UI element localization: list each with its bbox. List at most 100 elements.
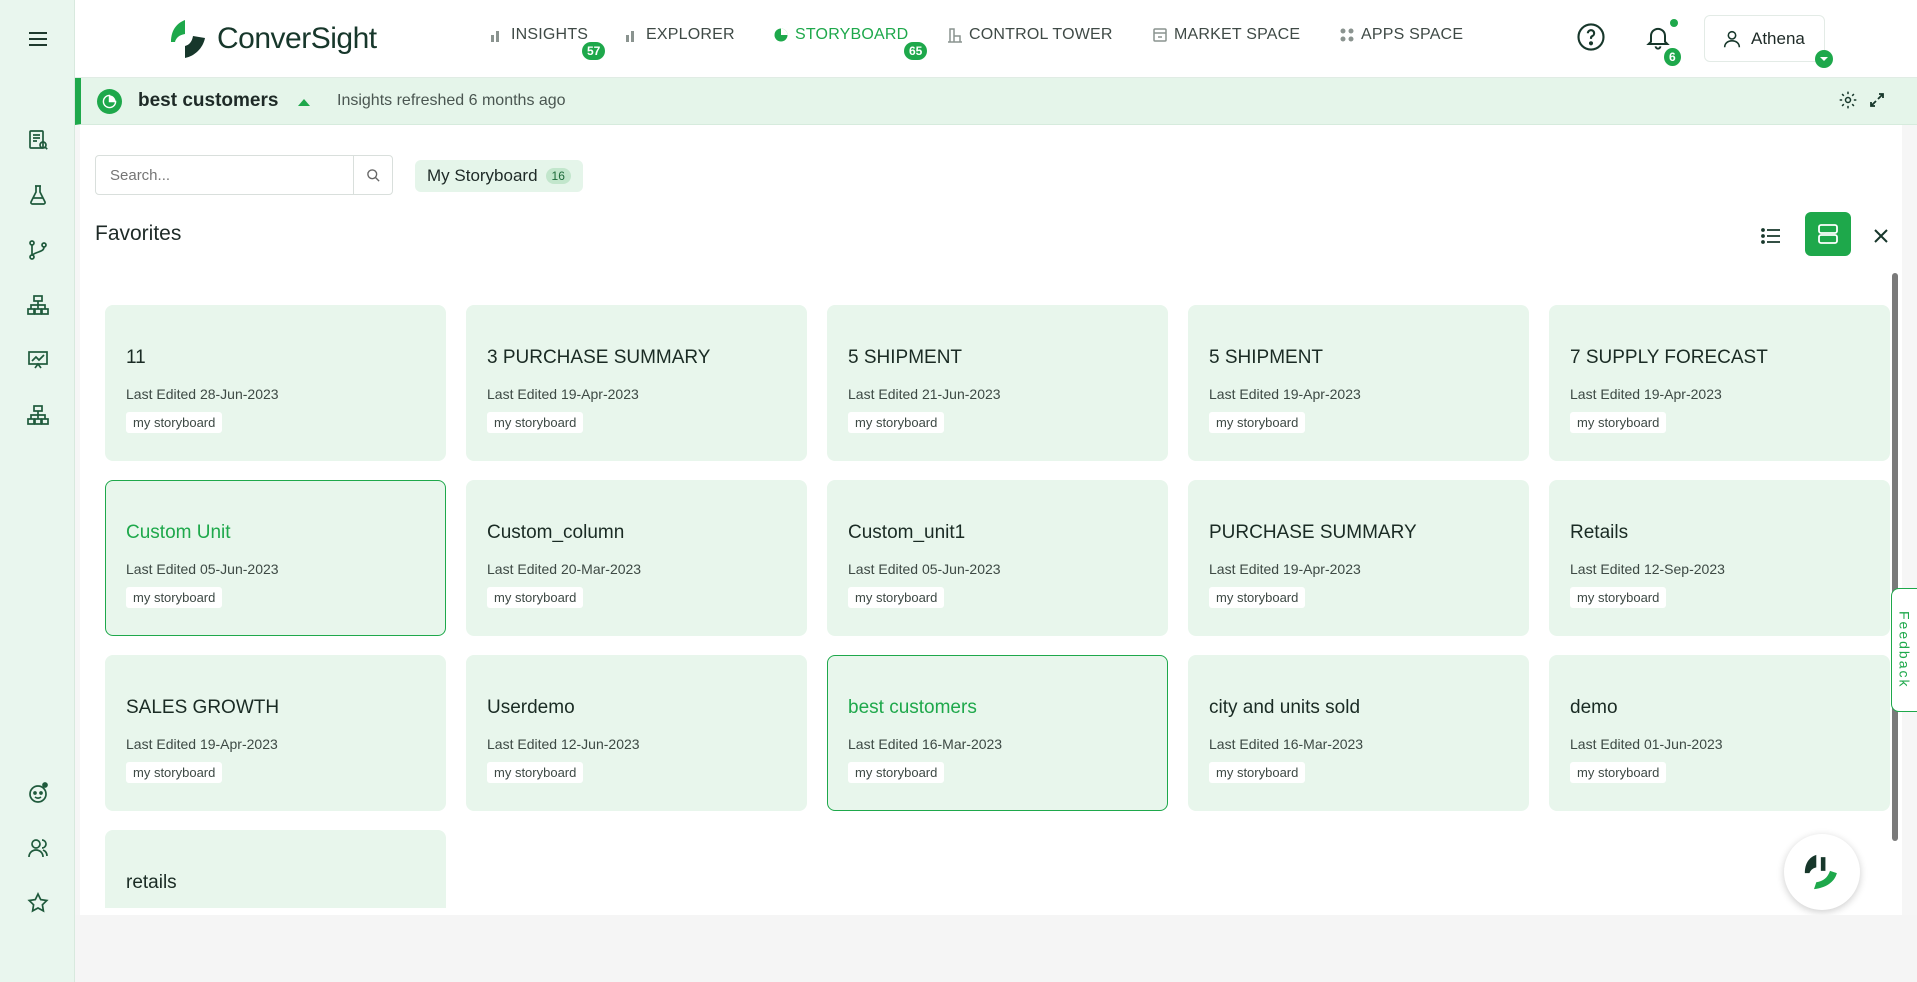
hierarchy-icon[interactable]	[19, 286, 57, 324]
storyboard-card[interactable]: Userdemo Last Edited 12-Jun-2023 my storyb…	[466, 655, 807, 811]
card-title: Userdemo	[487, 697, 575, 718]
card-tag: my storyboard	[1209, 762, 1306, 783]
storyboard-card[interactable]: Custom_column Last Edited 20-Mar-2023 my s…	[466, 480, 807, 636]
card-tag: my storyboard	[848, 412, 945, 433]
storyboard-card[interactable]: 11 Last Edited 28-Jun-2023 my storyboard	[105, 305, 446, 461]
card-view-icon[interactable]	[1805, 212, 1851, 256]
apps-icon	[1340, 28, 1354, 42]
nav-insights-label: INSIGHTS	[511, 26, 589, 43]
card-last-edited: Last Edited 12-Sep-2023	[1570, 561, 1725, 577]
card-title: 5 SHIPMENT	[1209, 347, 1324, 368]
conversight-logo[interactable]: ConverSight	[167, 18, 377, 60]
expand-icon[interactable]	[1869, 92, 1885, 113]
search-icon[interactable]	[354, 156, 392, 194]
card-title: 11	[126, 347, 146, 368]
card-last-edited: Last Edited 16-Mar-2023	[848, 736, 1003, 752]
chevron-down-icon[interactable]	[1815, 50, 1833, 68]
nav-market-space-label: MARKET SPACE	[1174, 26, 1301, 43]
conversight-logo-icon	[171, 20, 205, 58]
storyboard-card[interactable]: city and units sold Last Edited 16-Mar-20…	[1188, 655, 1529, 811]
card-title: SALES GROWTH	[126, 697, 280, 718]
assistant-bot-icon[interactable]	[19, 774, 57, 812]
card-last-edited: Last Edited 20-Mar-2023	[487, 561, 642, 577]
card-last-edited: Last Edited 28-Jun-2023	[126, 386, 279, 402]
storyboard-card[interactable]: 5 SHIPMENT Last Edited 21-Jun-2023 my stor…	[827, 305, 1168, 461]
insights-count-badge: 57	[582, 42, 606, 60]
nav-storyboard-label: STORYBOARD	[795, 26, 909, 43]
storyboard-card[interactable]: PURCHASE SUMMARY Last Edited 19-Apr-2023 m…	[1188, 480, 1529, 636]
notifications-count-badge: 6	[1664, 48, 1681, 66]
chip-label: My Storyboard	[427, 166, 538, 185]
star-icon[interactable]	[19, 884, 57, 922]
card-tag: my storyboard	[1570, 587, 1667, 608]
list-view-icon[interactable]	[1753, 218, 1789, 254]
close-icon[interactable]	[1863, 218, 1899, 254]
nav-insights[interactable]: INSIGHTS	[489, 26, 588, 44]
nav-apps-space[interactable]: APPS SPACE	[1339, 26, 1463, 44]
card-tag: my storyboard	[1570, 412, 1667, 433]
card-tag: my storyboard	[1209, 587, 1306, 608]
user-icon	[1723, 30, 1741, 47]
card-tag: my storyboard	[848, 587, 945, 608]
storyboard-card[interactable]: SALES GROWTH Last Edited 19-Apr-2023 my st…	[105, 655, 446, 811]
nav-market-space[interactable]: MARKET SPACE	[1152, 26, 1300, 44]
org-chart-icon[interactable]	[19, 396, 57, 434]
card-title: city and units sold	[1209, 697, 1361, 718]
card-title: Custom_unit1	[848, 522, 966, 543]
users-icon[interactable]	[19, 829, 57, 867]
git-branch-icon[interactable]	[19, 231, 57, 269]
storyboard-card[interactable]: Retails Last Edited 12-Sep-2023 my storybo…	[1549, 480, 1890, 636]
card-title: PURCHASE SUMMARY	[1209, 522, 1417, 543]
bar-chart-icon	[491, 31, 499, 42]
insights-doc-icon[interactable]	[19, 121, 57, 159]
card-title: Retails	[1570, 522, 1629, 543]
storyboard-card[interactable]: 7 SUPPLY FORECAST Last Edited 19-Apr-2023…	[1549, 305, 1890, 461]
nav-control-tower[interactable]: CONTROL TOWER	[947, 26, 1113, 44]
storyboard-count-badge: 65	[904, 42, 928, 60]
card-tag: my storyboard	[487, 412, 584, 433]
card-tag: my storyboard	[487, 762, 584, 783]
bar-chart-icon	[626, 31, 634, 42]
card-tag: my storyboard	[126, 412, 223, 433]
card-tag: my storyboard	[1570, 762, 1667, 783]
notification-dot	[1670, 19, 1678, 27]
chip-count-badge: 16	[545, 168, 571, 184]
user-menu-button[interactable]: Athena	[1704, 15, 1825, 62]
chat-assistant-button[interactable]	[1784, 834, 1860, 910]
storyboard-card[interactable]: best customers Last Edited 16-Mar-2023 my …	[827, 655, 1168, 811]
hamburger-menu-icon[interactable]	[19, 20, 57, 58]
card-last-edited: Last Edited 19-Apr-2023	[1209, 386, 1361, 402]
help-icon[interactable]	[1574, 20, 1608, 54]
refresh-status-text: Insights refreshed 6 months ago	[337, 92, 566, 109]
card-last-edited: Last Edited 19-Apr-2023	[126, 736, 278, 752]
nav-storyboard[interactable]: STORYBOARD	[773, 26, 908, 44]
card-tag: my storyboard	[848, 762, 945, 783]
feedback-tab[interactable]: Feedback	[1891, 588, 1917, 712]
storyboard-card[interactable]: 5 SHIPMENT Last Edited 19-Apr-2023 my stor…	[1188, 305, 1529, 461]
card-title: Custom_column	[487, 522, 625, 543]
user-name: Athena	[1751, 28, 1805, 48]
storyboard-card[interactable]: retailsLast Edited 14-Jul-2023my storybo…	[105, 830, 446, 908]
storyboard-card-grid: 11 Last Edited 28-Jun-2023 my storyboard 3 …	[80, 280, 1890, 908]
current-storyboard-title: best customers	[138, 90, 279, 111]
settings-gear-icon[interactable]	[1838, 90, 1858, 115]
pie-chart-icon	[774, 28, 788, 42]
collapse-caret-icon[interactable]	[297, 94, 311, 112]
storyboard-card[interactable]: Custom_unit1 Last Edited 05-Jun-2023 my st…	[827, 480, 1168, 636]
card-title: 3 PURCHASE SUMMARY	[487, 347, 711, 368]
storyboard-content-panel: My Storyboard 16 Favorites 11 Last Edited…	[80, 125, 1902, 915]
search-input[interactable]	[96, 156, 354, 194]
my-storyboard-filter-chip[interactable]: My Storyboard 16	[415, 160, 583, 192]
card-last-edited: Last Edited 01-Jun-2023	[1570, 736, 1723, 752]
lab-flask-icon[interactable]	[19, 176, 57, 214]
scrollbar-thumb[interactable]	[1892, 273, 1898, 841]
card-last-edited: Last Edited 16-Mar-2023	[1209, 736, 1364, 752]
card-title: best customers	[848, 697, 977, 718]
presentation-chart-icon[interactable]	[19, 341, 57, 379]
storyboard-card[interactable]: Custom Unit Last Edited 05-Jun-2023 my sto…	[105, 480, 446, 636]
card-last-edited: Last Edited 12-Jun-2023	[487, 736, 640, 752]
card-last-edited: Last Edited 19-Apr-2023	[1570, 386, 1722, 402]
nav-explorer[interactable]: EXPLORER	[624, 26, 735, 44]
storyboard-card[interactable]: 3 PURCHASE SUMMARY Last Edited 19-Apr-202…	[466, 305, 807, 461]
storyboard-card[interactable]: demo Last Edited 01-Jun-2023 my storyboard	[1549, 655, 1890, 811]
